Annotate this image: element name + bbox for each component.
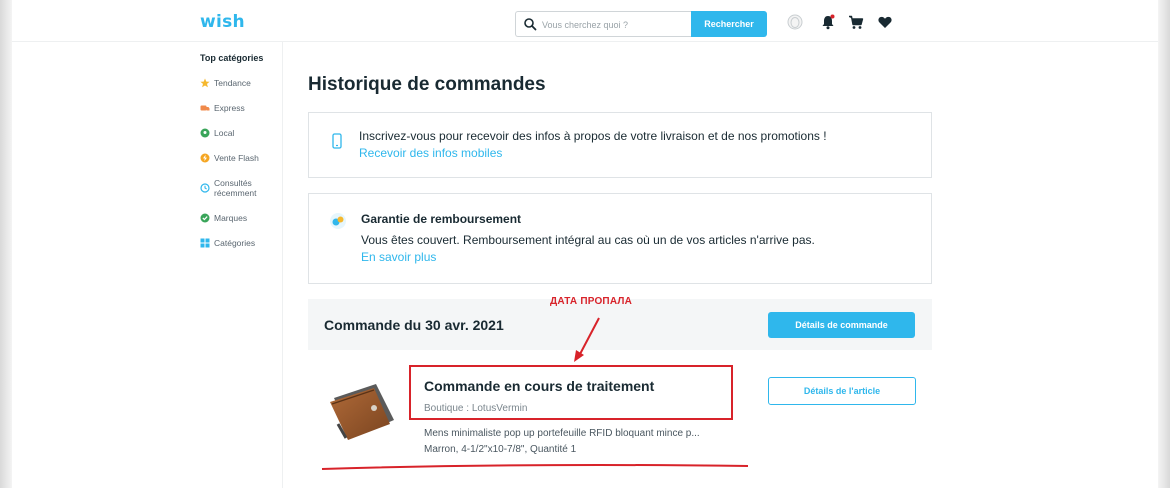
sidebar-item-recent[interactable]: Consultés récemment	[200, 177, 290, 199]
item-details-button[interactable]: Détails de l'article	[768, 377, 916, 405]
sidebar-divider	[282, 42, 283, 488]
annotation-label: ДАТА ПРОПАЛА	[550, 296, 632, 307]
clock-icon	[200, 183, 210, 193]
sidebar-item-vente-flash[interactable]: Vente Flash	[200, 152, 290, 164]
order-title: Commande du 30 avr. 2021	[324, 317, 504, 333]
sidebar-item-tendance[interactable]: Tendance	[200, 77, 290, 89]
cart-icon[interactable]	[848, 15, 864, 30]
phone-icon	[332, 133, 342, 149]
guarantee-text: Vous êtes couvert. Remboursement intégra…	[361, 233, 815, 247]
item-variant: Marron, 4-1/2"x10-7/8", Quantité 1	[424, 444, 577, 455]
item-description: Mens minimaliste pop up portefeuille RFI…	[424, 428, 700, 439]
search-box	[515, 11, 691, 37]
mobile-info-card: Inscrivez-vous pour recevoir des infos à…	[308, 112, 932, 178]
guarantee-card: Garantie de remboursement Vous êtes couv…	[308, 193, 932, 284]
page-title: Historique de commandes	[308, 74, 546, 95]
sidebar-item-label: Marques	[214, 213, 248, 223]
search-input[interactable]	[542, 16, 682, 33]
order-details-button[interactable]: Détails de commande	[768, 312, 915, 338]
page-shadow-right	[1158, 0, 1170, 488]
search-button[interactable]: Rechercher	[691, 11, 767, 37]
sidebar: Top catégories Tendance Express Local Ve…	[200, 53, 290, 262]
guarantee-icon	[330, 213, 346, 229]
location-icon	[200, 128, 210, 138]
page-shadow-left	[0, 0, 12, 488]
heart-icon[interactable]	[878, 16, 892, 29]
sidebar-item-label: Tendance	[214, 78, 251, 88]
guarantee-title: Garantie de remboursement	[361, 212, 522, 226]
sidebar-item-label: Catégories	[214, 238, 256, 248]
mobile-info-link[interactable]: Recevoir des infos mobiles	[359, 146, 502, 160]
lightning-icon	[200, 153, 210, 163]
grid-icon	[200, 238, 210, 248]
sidebar-title: Top catégories	[200, 53, 264, 63]
sidebar-item-label: Vente Flash	[214, 153, 259, 163]
sidebar-item-categories[interactable]: Catégories	[200, 237, 290, 249]
sidebar-item-express[interactable]: Express	[200, 102, 290, 114]
truck-icon	[200, 105, 210, 111]
product-image[interactable]	[324, 380, 400, 444]
sidebar-item-local[interactable]: Local	[200, 127, 290, 139]
page: wish Rechercher Top catégories	[12, 0, 1158, 488]
star-icon	[200, 78, 210, 88]
sidebar-item-marques[interactable]: Marques	[200, 212, 290, 224]
shield-check-icon	[200, 213, 210, 223]
search-icon	[524, 18, 537, 31]
guarantee-link[interactable]: En savoir plus	[361, 250, 436, 264]
annotation-box	[409, 365, 733, 420]
avatar-icon[interactable]	[787, 14, 803, 30]
sidebar-item-label: Express	[214, 103, 245, 113]
sidebar-item-label: Local	[214, 128, 235, 138]
header: wish Rechercher	[12, 0, 1158, 42]
mobile-info-text: Inscrivez-vous pour recevoir des infos à…	[359, 129, 827, 143]
annotation-underline	[321, 464, 749, 470]
wish-logo[interactable]: wish	[200, 12, 245, 32]
sidebar-item-label: Consultés récemment	[214, 178, 257, 198]
annotation-arrow	[574, 317, 600, 362]
bell-icon[interactable]	[821, 14, 835, 30]
